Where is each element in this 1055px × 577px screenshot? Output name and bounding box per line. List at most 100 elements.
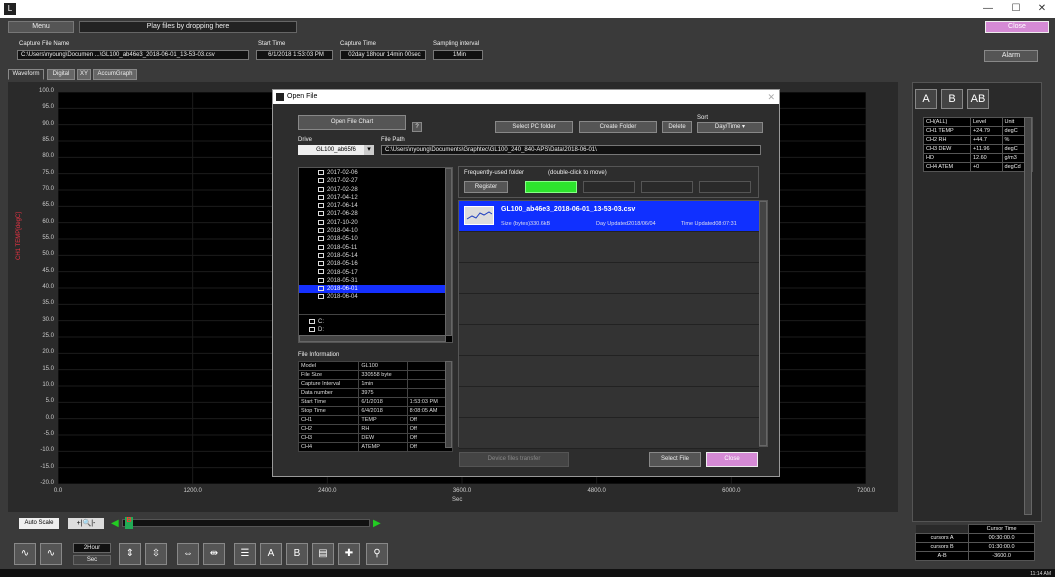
channel-scrollbar[interactable] bbox=[1024, 117, 1032, 515]
file-path-field[interactable]: C:\Users\nyoung\Documents\Graphtec\GL100… bbox=[381, 145, 761, 155]
folder-name: 2017-02-06 bbox=[327, 170, 358, 176]
minimize-button[interactable]: — bbox=[975, 1, 1001, 17]
channel-row[interactable]: CH3 DEW +11.96 degC bbox=[923, 144, 1034, 154]
compress-vertical-icon[interactable]: ⇳ bbox=[145, 543, 167, 565]
dialog-close-button[interactable]: Close bbox=[706, 452, 758, 467]
folder-tree-item[interactable]: 2017-02-27 bbox=[299, 177, 452, 185]
folder-tree-item[interactable]: 2017-06-28 bbox=[299, 210, 452, 218]
tab-digital[interactable]: Digital bbox=[47, 69, 75, 80]
cursor-b-icon[interactable]: B bbox=[941, 89, 963, 109]
crosshair-icon[interactable]: ✚ bbox=[338, 543, 360, 565]
compress-horizontal-icon[interactable]: ⇹ bbox=[203, 543, 225, 565]
tree-scrollbar[interactable] bbox=[445, 168, 452, 336]
search-icon[interactable]: ⚲ bbox=[366, 543, 388, 565]
tab-accumgraph[interactable]: AccumGraph bbox=[93, 69, 137, 80]
file-info-cell: 1min bbox=[358, 379, 408, 389]
drop-hint-bar[interactable]: Play files by dropping here bbox=[79, 21, 297, 33]
file-list-scrollbar[interactable] bbox=[759, 201, 767, 446]
main-close-button[interactable]: Close bbox=[985, 21, 1049, 33]
tab-waveform[interactable]: Waveform bbox=[8, 69, 44, 80]
folder-tree-item[interactable]: 2017-02-28 bbox=[299, 186, 452, 194]
scroll-right-icon[interactable]: ▶ bbox=[373, 518, 381, 529]
expand-vertical-icon[interactable]: ⇕ bbox=[119, 543, 141, 565]
folder-icon bbox=[318, 169, 324, 175]
folder-tree-item[interactable]: 2018-05-17 bbox=[299, 269, 452, 277]
open-file-chart-button[interactable]: Open File Chart bbox=[298, 115, 406, 130]
folder-tree-item[interactable]: 2018-04-10 bbox=[299, 227, 452, 235]
folder-tree-item[interactable]: 2018-05-11 bbox=[299, 244, 452, 252]
drive-tree-item[interactable]: C: bbox=[299, 318, 324, 326]
channel-row[interactable]: CH1 TEMP +24.79 degC bbox=[923, 126, 1034, 136]
start-time-field: 6/1/2018 1:53:03 PM bbox=[256, 50, 333, 60]
y-tick-label: 95.0 bbox=[42, 104, 54, 111]
drive-select[interactable]: GL100_ab65f6 bbox=[298, 145, 374, 155]
chevron-down-icon[interactable]: ▾ bbox=[364, 145, 374, 155]
drive-tree-item[interactable]: D: bbox=[299, 326, 324, 334]
menu-button[interactable]: Menu bbox=[8, 21, 74, 33]
folder-tree-item[interactable]: 2017-04-12 bbox=[299, 194, 452, 202]
frequent-folder-slot-3[interactable] bbox=[641, 181, 693, 193]
scroll-left-icon[interactable]: ◀ bbox=[111, 518, 119, 529]
sort-select[interactable]: Day/Time ▾ bbox=[697, 122, 763, 133]
channel-cell: HD bbox=[923, 153, 971, 163]
folder-tree-item[interactable]: 2017-02-06 bbox=[299, 169, 452, 177]
tab-xy[interactable]: XY bbox=[77, 69, 91, 80]
dialog-close-icon[interactable]: ✕ bbox=[767, 90, 775, 104]
column-header-level: Level bbox=[969, 117, 1003, 127]
file-list-empty-row bbox=[459, 325, 759, 356]
frequent-folder-slot-1[interactable] bbox=[525, 181, 577, 193]
time-span-field[interactable]: 2Hour bbox=[73, 543, 111, 553]
cursor-a-icon[interactable]: A bbox=[915, 89, 937, 109]
file-info-cell: TEMP bbox=[358, 415, 408, 425]
delete-button[interactable]: Delete bbox=[662, 121, 692, 133]
cursor-ab-icon[interactable]: AB bbox=[967, 89, 989, 109]
expand-horizontal-icon[interactable]: ⇔ bbox=[177, 543, 199, 565]
scroll-marker[interactable]: B bbox=[125, 517, 133, 529]
info-scrollbar[interactable] bbox=[445, 361, 452, 448]
auto-scale-button[interactable]: Auto Scale bbox=[19, 518, 59, 529]
frequent-folder-slot-4[interactable] bbox=[699, 181, 751, 193]
select-pc-folder-button[interactable]: Select PC folder bbox=[495, 121, 573, 133]
time-unit-select[interactable]: Sec bbox=[73, 555, 111, 565]
marker-a-icon[interactable]: A bbox=[260, 543, 282, 565]
maximize-button[interactable]: ☐ bbox=[1003, 1, 1029, 17]
zoom-control[interactable]: +|🔍|- bbox=[68, 518, 104, 529]
file-list-empty-row bbox=[459, 232, 759, 263]
annotation-icon[interactable]: ▤ bbox=[312, 543, 334, 565]
alarm-button[interactable]: Alarm bbox=[984, 50, 1038, 62]
folder-tree-item[interactable]: 2017-10-20 bbox=[299, 219, 452, 227]
file-info-cell: Start Time bbox=[297, 397, 360, 407]
channel-table: CH(ALL) Level Unit CH1 TEMP +24.79 degC CH2… bbox=[923, 117, 1034, 172]
channel-row[interactable]: CH2 RH +44.7% bbox=[923, 135, 1034, 145]
folder-icon bbox=[318, 203, 324, 209]
create-folder-button[interactable]: Create Folder bbox=[579, 121, 657, 133]
device-files-transfer-button[interactable]: Device files transfer bbox=[459, 452, 569, 467]
file-list-item[interactable]: GL100_ab46e3_2018-06-01_13-53-03.csv Siz… bbox=[459, 201, 759, 232]
help-button[interactable]: ? bbox=[412, 122, 422, 132]
register-button[interactable]: Register bbox=[464, 181, 508, 193]
frequent-folder-slot-2[interactable] bbox=[583, 181, 635, 193]
y-tick-label: -5.0 bbox=[43, 431, 54, 437]
waveform-icon[interactable]: ∿ bbox=[14, 543, 36, 565]
folder-tree[interactable]: 2017-02-06 2017-02-27 2017-02-28 2017-04-12… bbox=[298, 167, 453, 343]
time-scrollbar[interactable]: B bbox=[122, 517, 370, 529]
channel-row[interactable]: CH4 ATEM +0 degCd bbox=[923, 162, 1034, 172]
folder-tree-item[interactable]: 2018-06-04 bbox=[299, 293, 452, 301]
tree-hscrollbar[interactable] bbox=[299, 335, 446, 342]
channel-row[interactable]: HD 12.60 g/m3 bbox=[923, 153, 1034, 163]
waveform-overlay-icon[interactable]: ∿ bbox=[40, 543, 62, 565]
marker-b-icon[interactable]: B bbox=[286, 543, 308, 565]
folder-tree-item[interactable]: 2017-06-14 bbox=[299, 202, 452, 210]
cursor-time-header: Cursor Time bbox=[968, 524, 1035, 534]
split-view-icon[interactable]: ☰ bbox=[234, 543, 256, 565]
folder-tree-item[interactable]: 2018-06-01 bbox=[299, 285, 452, 294]
folder-tree-item[interactable]: 2018-05-10 bbox=[299, 235, 452, 243]
folder-tree-item[interactable]: 2018-05-16 bbox=[299, 260, 452, 268]
select-file-button[interactable]: Select File bbox=[649, 452, 701, 467]
folder-tree-item[interactable]: 2018-05-31 bbox=[299, 277, 452, 285]
drive-label: Drive bbox=[298, 137, 313, 143]
window-close-button[interactable]: ✕ bbox=[1029, 1, 1055, 17]
folder-tree-item[interactable]: 2018-05-14 bbox=[299, 252, 452, 260]
file-list[interactable]: GL100_ab46e3_2018-06-01_13-53-03.csv Siz… bbox=[458, 200, 768, 449]
folder-icon bbox=[318, 261, 324, 267]
